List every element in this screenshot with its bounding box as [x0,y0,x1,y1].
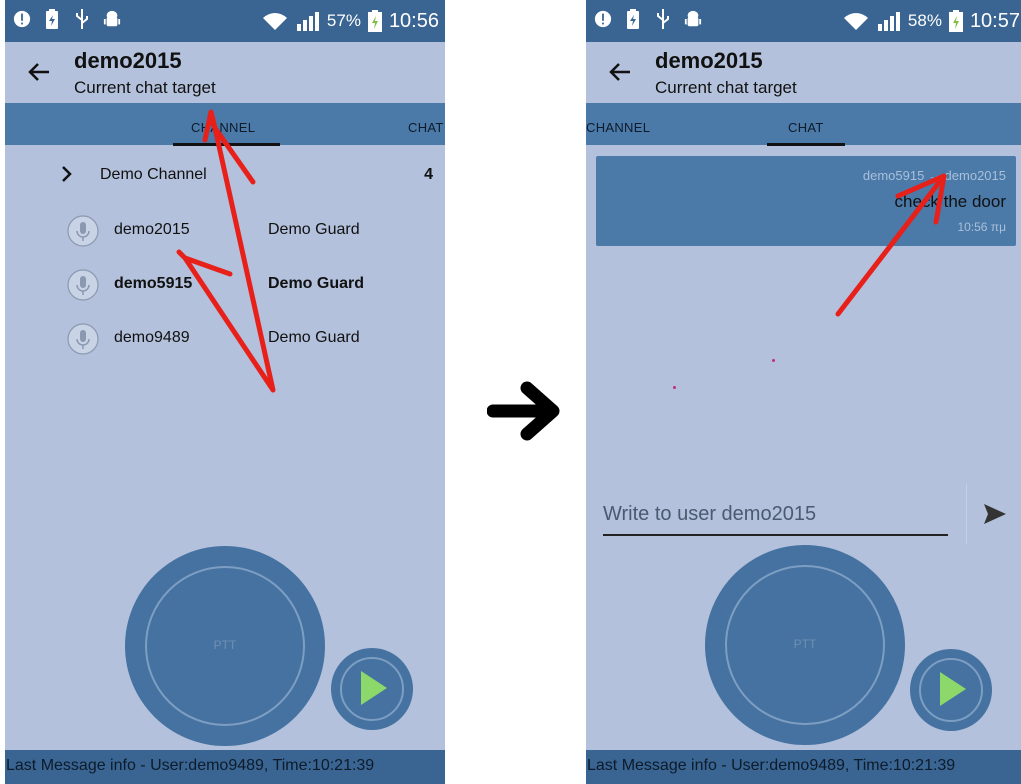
status-bar: 58% 10:57 [586,0,1021,42]
chat-target-name: demo2015 [74,48,182,73]
back-arrow-icon[interactable] [606,58,634,86]
wifi-icon [262,13,287,30]
chat-target-subtitle: Current chat target [74,78,216,97]
battery-saver-icon [627,9,639,29]
chat-target-subtitle: Current chat target [655,78,797,97]
clock: 10:57 [969,9,1020,32]
play-button[interactable] [331,648,413,730]
tab-bar: CHANNEL CHAT [5,103,445,146]
clock: 10:56 [388,9,439,32]
last-message-info: Last Message info - User:demo9489, Time:… [6,757,375,774]
user-row[interactable]: demo2015 Demo Guard [5,213,445,253]
compose-bar [586,484,1021,544]
message-time: 10:56 πμ [957,220,1006,234]
chat-target-name: demo2015 [655,48,763,73]
screenshot-before: 57% 10:56 demo2015 Current chat target C… [5,0,445,784]
signal-icon [877,12,900,31]
message-text: check the door [894,192,1006,211]
back-arrow-icon[interactable] [25,58,53,86]
ptt-label: PTT [793,637,817,651]
battery-percent: 58% [907,11,942,30]
microphone-icon [67,269,99,301]
artifact-dot [673,386,676,389]
alert-icon [13,10,31,28]
tab-chat[interactable]: CHAT [408,120,444,135]
footer-bar: Last Message info - User:demo9489, Time:… [5,750,445,784]
channel-row[interactable]: Demo Channel 4 [5,160,445,192]
channel-name: Demo Channel [100,166,207,183]
footer-bar: Last Message info - User:demo9489, Time:… [586,750,1021,784]
last-message-info: Last Message info - User:demo9489, Time:… [587,757,956,774]
channel-user-count: 4 [424,166,433,183]
tab-chat[interactable]: CHAT [788,120,824,135]
alert-icon [594,10,612,28]
signal-icon [296,12,319,31]
tab-bar: CHANNEL CHAT [586,103,1021,146]
play-button[interactable] [910,649,992,731]
status-bar: 57% 10:56 [5,0,445,42]
user-role: Demo Guard [268,275,365,292]
battery-saver-icon [46,9,58,29]
user-row[interactable]: demo9489 Demo Guard [5,321,445,361]
usb-icon [657,9,669,29]
chat-message[interactable]: demo5915 → demo2015 check the door 10:56… [596,156,1016,246]
chevron-right-icon [62,166,72,182]
user-row[interactable]: demo5915 Demo Guard [5,267,445,307]
user-name: demo5915 [114,275,193,292]
screenshot-after: 58% 10:57 demo2015 Current chat target C… [586,0,1021,784]
toolbar: demo2015 Current chat target [5,42,445,102]
wifi-icon [843,13,868,30]
send-icon[interactable] [982,502,1008,526]
tab-indicator [173,143,280,146]
compose-divider [966,484,967,544]
microphone-icon [67,215,99,247]
microphone-icon [67,323,99,355]
battery-icon [367,10,382,32]
artifact-dot [772,359,775,362]
user-role: Demo Guard [268,329,360,346]
battery-icon [948,10,963,32]
tab-channel[interactable]: CHANNEL [586,120,650,135]
user-name: demo2015 [114,221,190,238]
tab-indicator [767,143,845,146]
usb-icon [76,9,88,29]
user-role: Demo Guard [268,221,360,238]
transition-arrow-icon [487,381,560,441]
tab-channel[interactable]: CHANNEL [191,120,255,135]
play-icon [940,672,966,706]
ptt-label: PTT [213,638,237,652]
toolbar: demo2015 Current chat target [586,42,1021,102]
message-input[interactable] [603,494,948,536]
message-sender: demo5915 → demo2015 [862,168,1006,183]
ptt-button[interactable]: PTT [125,546,325,746]
ptt-button[interactable]: PTT [705,545,905,745]
battery-percent: 57% [326,11,361,30]
play-icon [361,671,387,705]
android-debug-icon [684,10,702,27]
user-name: demo9489 [114,329,190,346]
android-debug-icon [103,10,121,27]
